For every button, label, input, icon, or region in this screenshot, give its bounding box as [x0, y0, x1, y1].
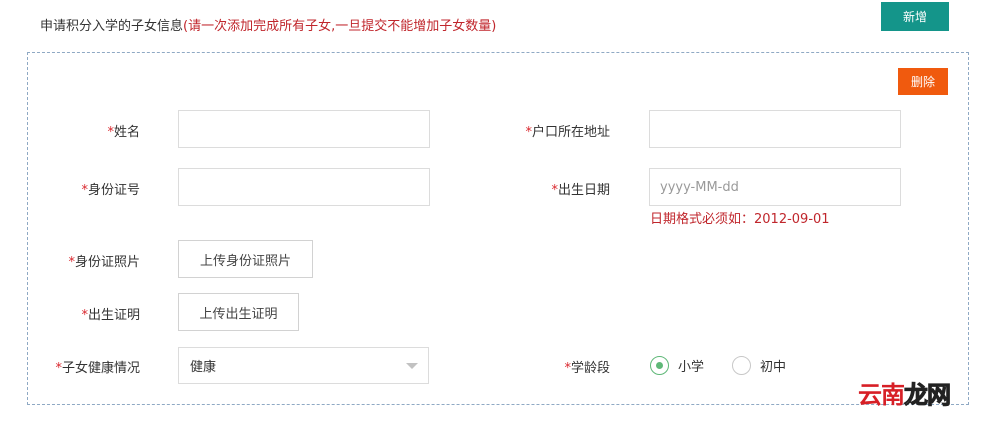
- hukou-label: *户口所在地址: [525, 125, 610, 140]
- section-title: 申请积分入学的子女信息(请一次添加完成所有子女,一旦提交不能增加子女数量): [40, 15, 496, 34]
- child-info-panel: [27, 52, 969, 405]
- hukou-input[interactable]: [649, 110, 901, 148]
- site-watermark-logo: 云南龙网: [858, 381, 952, 410]
- chevron-down-icon: [406, 363, 418, 369]
- birth-date-format-hint: 日期格式必须如：2012-09-01: [650, 212, 830, 227]
- birth-cert-label: *出生证明: [81, 308, 140, 323]
- name-label: *姓名: [107, 125, 140, 140]
- name-input[interactable]: [178, 110, 430, 148]
- school-stage-label: *学龄段: [564, 361, 610, 376]
- upload-id-photo-button[interactable]: 上传身份证照片: [178, 240, 313, 278]
- birth-date-label: *出生日期: [551, 183, 610, 198]
- id-number-label: *身份证号: [81, 183, 140, 198]
- section-title-text: 申请积分入学的子女信息: [40, 19, 184, 34]
- upload-birth-cert-button[interactable]: 上传出生证明: [178, 293, 299, 331]
- radio-unchecked-icon: [732, 356, 751, 375]
- add-child-button[interactable]: 新增: [881, 2, 949, 31]
- health-label: *子女健康情况: [55, 361, 140, 376]
- id-number-input[interactable]: [178, 168, 430, 206]
- radio-primary-school[interactable]: 小学: [650, 356, 704, 375]
- health-selected-value: 健康: [190, 360, 217, 375]
- radio-junior-high[interactable]: 初中: [732, 356, 786, 375]
- radio-checked-icon: [650, 356, 669, 375]
- birth-date-input[interactable]: [649, 168, 901, 206]
- health-select[interactable]: 健康: [178, 347, 429, 384]
- delete-child-button[interactable]: 删除: [898, 68, 948, 95]
- id-photo-label: *身份证照片: [68, 255, 140, 270]
- section-note: (请一次添加完成所有子女,一旦提交不能增加子女数量): [183, 19, 497, 34]
